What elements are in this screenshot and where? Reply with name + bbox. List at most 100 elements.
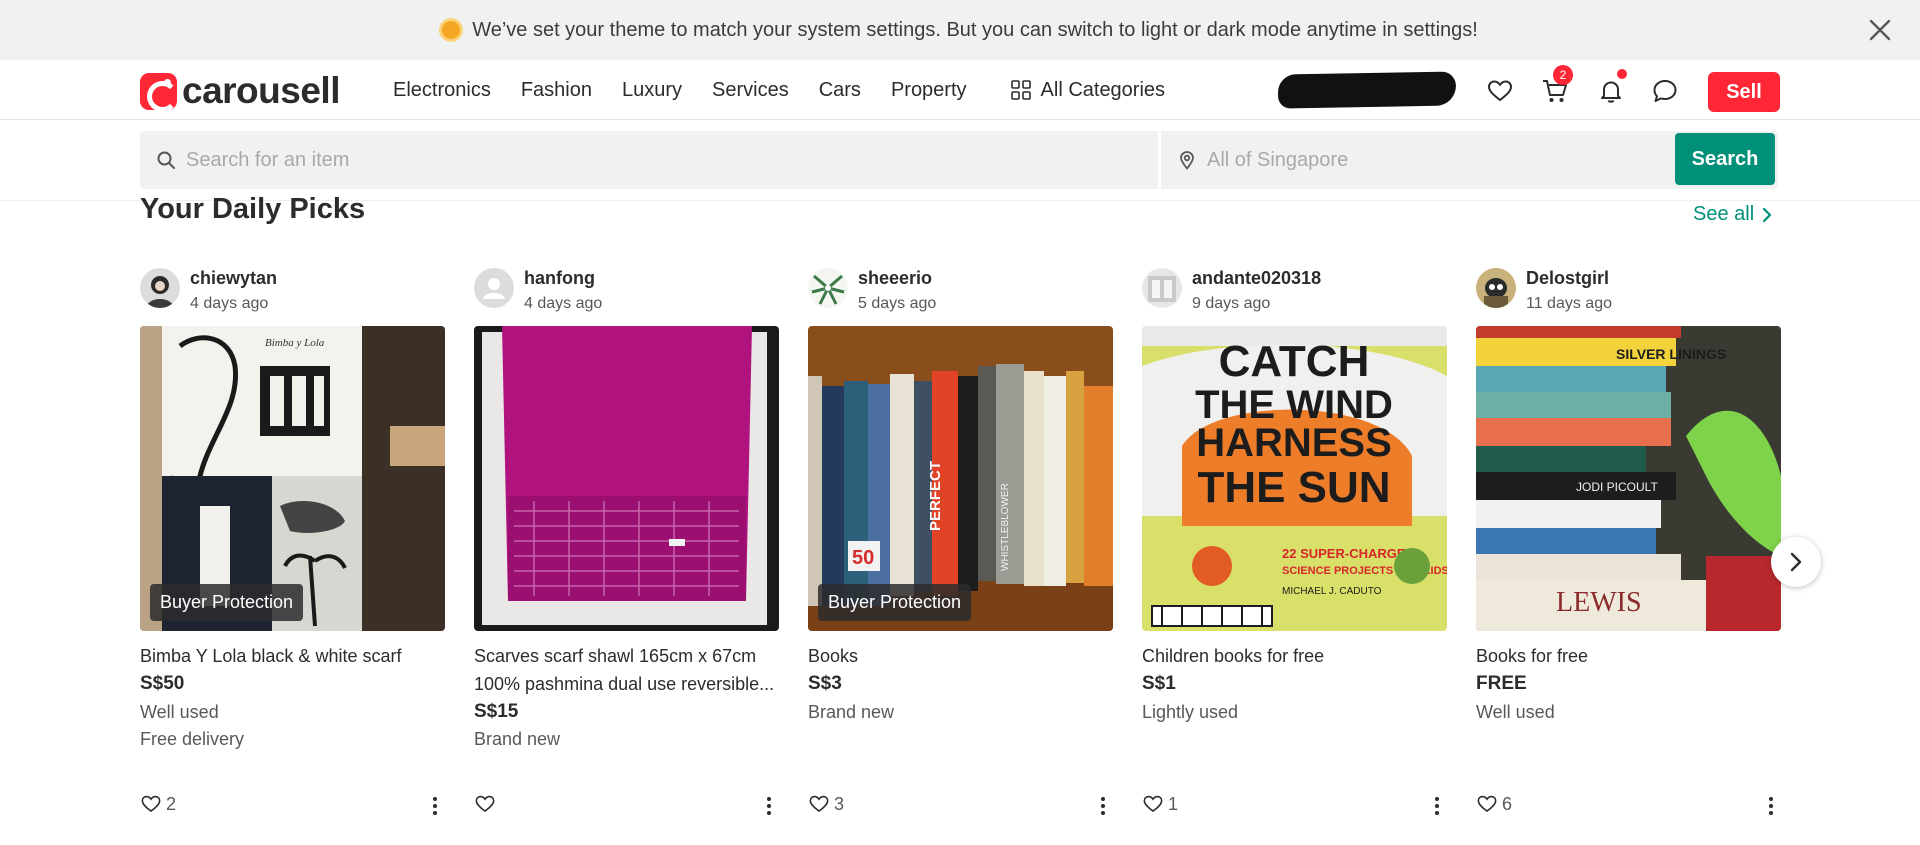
- listing-title[interactable]: Books for free: [1476, 642, 1781, 670]
- cover-title-line-4: THE SUN: [1197, 463, 1390, 512]
- search-button[interactable]: Search: [1675, 133, 1775, 185]
- listing-title[interactable]: Books: [808, 642, 1113, 670]
- seller-avatar[interactable]: [140, 268, 180, 308]
- listing-condition: Lightly used: [1142, 702, 1239, 722]
- listing-price: S$1: [1142, 673, 1176, 694]
- book-spine-lewis-text: LEWIS: [1556, 587, 1642, 618]
- book-spine-silver-linings-text: SILVER LININGS: [1616, 346, 1726, 362]
- like-count: 1: [1168, 793, 1179, 814]
- cart-count-badge: 2: [1553, 65, 1573, 85]
- scarf-print-text: Bimba y Lola: [265, 337, 325, 349]
- book-spine-whistleblower-text: WHISTLEBLOWER: [1000, 483, 1011, 571]
- notification-dot: [1617, 69, 1627, 79]
- seller-name[interactable]: andante020318: [1192, 268, 1321, 289]
- top-header: carousell Electronics Fashion Luxury Ser…: [0, 60, 1920, 120]
- section-title: Your Daily Picks: [140, 193, 366, 225]
- listing-price: S$15: [474, 701, 519, 722]
- chat-icon[interactable]: [1651, 77, 1679, 105]
- bell-icon[interactable]: [1597, 77, 1625, 105]
- cover-author: MICHAEL J. CADUTO: [1282, 586, 1382, 597]
- grid-icon: [1010, 80, 1031, 100]
- seller-avatar[interactable]: [474, 268, 514, 308]
- like-count: 6: [1502, 793, 1513, 814]
- listing-photo[interactable]: 50 PERFECT WHISTLEBLOWER Buyer Protectio…: [808, 326, 1113, 631]
- seller-name[interactable]: sheeerio: [858, 268, 932, 289]
- all-categories-label: All Categories: [1040, 78, 1166, 101]
- listing-age: 11 days ago: [1526, 295, 1612, 312]
- listing-age: 4 days ago: [190, 295, 269, 312]
- more-options-icon[interactable]: [425, 794, 445, 818]
- listing-photo[interactable]: Bimba y Lola Buyer Protection: [140, 326, 445, 631]
- search-icon: [157, 151, 175, 169]
- sell-button[interactable]: Sell: [1708, 72, 1780, 112]
- like-button[interactable]: 1: [1142, 793, 1178, 815]
- seller-avatar[interactable]: [808, 268, 848, 308]
- nav-item-services[interactable]: Services: [712, 79, 789, 102]
- category-nav: Electronics Fashion Luxury Services Cars…: [393, 60, 1165, 120]
- theme-notice-text: We’ve set your theme to match your syste…: [472, 18, 1478, 41]
- location-input[interactable]: [1207, 131, 1647, 189]
- heart-icon: [141, 795, 161, 813]
- listing-price: S$3: [808, 673, 842, 694]
- carousel-next-button[interactable]: [1771, 537, 1821, 587]
- listing-photo[interactable]: [474, 326, 779, 631]
- cover-subtitle-line-1: 22 SUPER-CHARGED: [1282, 546, 1415, 561]
- search-bar: Search: [0, 121, 1920, 201]
- more-options-icon[interactable]: [759, 794, 779, 818]
- listing-title[interactable]: Children books for free: [1142, 642, 1447, 670]
- location-pin-icon: [1180, 151, 1194, 170]
- like-count: 3: [834, 793, 845, 814]
- more-options-icon[interactable]: [1761, 794, 1781, 818]
- close-icon[interactable]: [1866, 16, 1894, 44]
- book-spine-50-text: 50: [852, 547, 874, 569]
- nav-item-fashion[interactable]: Fashion: [521, 79, 592, 102]
- like-button[interactable]: 3: [808, 793, 844, 815]
- location-field-container: [1161, 131, 1675, 189]
- listing-photo[interactable]: CATCH THE WIND HARNESS THE SUN 22 SUPER-…: [1142, 326, 1447, 631]
- carousell-logo-mark-icon: [140, 72, 178, 112]
- see-all-link[interactable]: See all: [1693, 203, 1772, 226]
- see-all-label: See all: [1693, 203, 1755, 225]
- book-spine-perfect-text: PERFECT: [927, 461, 944, 531]
- nav-item-cars[interactable]: Cars: [819, 79, 861, 102]
- more-options-icon[interactable]: [1427, 794, 1447, 818]
- all-categories-button[interactable]: All Categories: [1010, 78, 1166, 102]
- listing-title[interactable]: Bimba Y Lola black & white scarf: [140, 642, 445, 670]
- redacted-username[interactable]: [1277, 71, 1457, 109]
- heart-icon: [1477, 795, 1497, 813]
- listing-price: FREE: [1476, 673, 1527, 694]
- seller-avatar[interactable]: [1476, 268, 1516, 308]
- like-count: 2: [166, 793, 177, 814]
- listing-age: 5 days ago: [858, 295, 937, 312]
- seller-name[interactable]: chiewytan: [190, 268, 277, 289]
- nav-item-electronics[interactable]: Electronics: [393, 79, 491, 102]
- listing-price: S$50: [140, 673, 185, 694]
- book-spine-jodi-text: JODI PICOULT: [1576, 480, 1658, 494]
- seller-name[interactable]: Delostgirl: [1526, 268, 1609, 289]
- buyer-protection-badge: Buyer Protection: [150, 584, 304, 621]
- listing-condition: Well used: [140, 702, 219, 722]
- heart-icon: [475, 795, 495, 813]
- like-button[interactable]: [474, 793, 500, 815]
- seller-avatar[interactable]: [1142, 268, 1182, 308]
- listing-condition: Brand new: [474, 729, 561, 749]
- seller-name[interactable]: hanfong: [524, 268, 595, 289]
- heart-icon: [1143, 795, 1163, 813]
- nav-item-luxury[interactable]: Luxury: [622, 79, 682, 102]
- listing-condition: Well used: [1476, 702, 1555, 722]
- chevron-right-icon: [1790, 552, 1802, 572]
- listing-title[interactable]: Scarves scarf shawl 165cm x 67cm 100% pa…: [474, 642, 779, 698]
- search-input[interactable]: [186, 131, 1146, 189]
- listing-age: 9 days ago: [1192, 295, 1271, 312]
- carousell-logo[interactable]: carousell: [140, 70, 340, 112]
- search-field-container: [140, 131, 1158, 189]
- like-button[interactable]: 6: [1476, 793, 1512, 815]
- nav-item-property[interactable]: Property: [891, 79, 967, 102]
- heart-icon[interactable]: [1486, 77, 1514, 105]
- listing-condition: Brand new: [808, 702, 895, 722]
- logo-text: carousell: [182, 70, 340, 111]
- more-options-icon[interactable]: [1093, 794, 1113, 818]
- listing-photo[interactable]: SILVER LININGS JODI PICOULT LEWIS: [1476, 326, 1781, 631]
- heart-icon: [809, 795, 829, 813]
- like-button[interactable]: 2: [140, 793, 176, 815]
